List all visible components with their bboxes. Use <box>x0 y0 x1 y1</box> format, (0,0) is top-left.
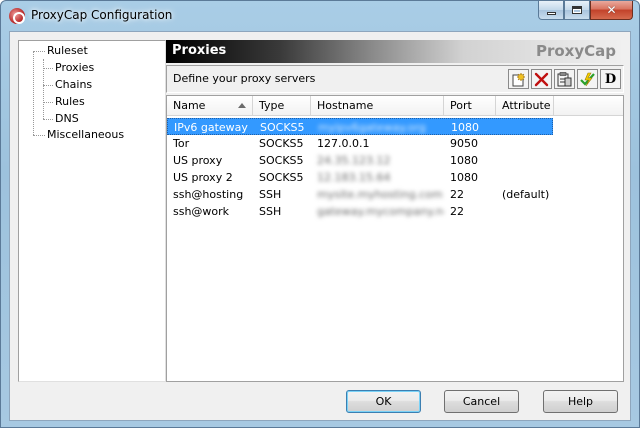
tree-connector <box>43 68 53 69</box>
delete-icon <box>534 72 549 86</box>
cell-hostname: mysite.myhosting.com <box>317 188 443 201</box>
new-proxy-button[interactable] <box>508 69 529 89</box>
cell-attribute <box>496 203 554 220</box>
cell-port: 9050 <box>450 137 478 150</box>
column-header-type[interactable]: Type <box>253 96 311 116</box>
proxy-properties-button[interactable] <box>554 69 575 89</box>
tree-item-miscellaneous[interactable]: Miscellaneous <box>47 127 124 143</box>
cell-attribute: (default) <box>502 188 550 201</box>
table-row[interactable]: IPv6 gateway SOCKS5 myipv6gateway.org 10… <box>167 118 623 135</box>
settings-tree: Ruleset Proxies Chains Rules DNS Miscell… <box>18 40 166 382</box>
cell-name: ssh@hosting <box>173 188 244 201</box>
cell-attribute <box>496 152 554 169</box>
check-icon <box>580 72 595 86</box>
panel-header: Proxies ProxyCap <box>166 40 624 63</box>
d-icon: D <box>604 71 617 87</box>
minimize-icon <box>546 11 556 15</box>
cell-name: ssh@work <box>173 205 230 218</box>
cell-type: SOCKS5 <box>259 171 304 184</box>
column-header-attribute[interactable]: Attribute <box>496 96 554 116</box>
close-icon: ✕ <box>606 3 617 17</box>
cell-type: SOCKS5 <box>260 121 305 134</box>
ok-button[interactable]: OK <box>346 390 421 413</box>
maximize-icon <box>572 6 582 14</box>
tree-connector <box>33 51 34 135</box>
tree-item-ruleset[interactable]: Ruleset <box>47 43 88 59</box>
window-title: ProxyCap Configuration <box>31 8 173 22</box>
sort-ascending-icon <box>238 103 246 108</box>
proxycap-app-icon <box>9 8 25 24</box>
cell-name: Tor <box>173 137 190 150</box>
new-proxy-icon <box>512 71 526 86</box>
set-default-button[interactable]: D <box>600 69 621 89</box>
proxy-list-header: Name Type Hostname Port Attribute <box>167 96 623 116</box>
properties-icon <box>557 71 572 86</box>
minimize-button[interactable] <box>538 1 564 20</box>
dialog-client-area: Ruleset Proxies Chains Rules DNS Miscell… <box>9 31 631 421</box>
proxies-toolbar: Define your proxy servers D <box>166 65 624 93</box>
table-row[interactable]: US proxy 2 SOCKS5 12.183.15.64 1080 <box>167 169 623 186</box>
close-button[interactable]: ✕ <box>590 1 633 20</box>
cell-attribute <box>496 135 554 152</box>
cell-port: 22 <box>450 205 464 218</box>
proxy-rows: IPv6 gateway SOCKS5 myipv6gateway.org 10… <box>167 118 623 220</box>
table-row[interactable]: ssh@hosting SSH mysite.myhosting.com 22 … <box>167 186 623 203</box>
tree-item-dns[interactable]: DNS <box>55 111 79 127</box>
cell-hostname: 24.35.123.12 <box>317 154 391 167</box>
cell-type: SSH <box>259 188 282 201</box>
cell-type: SOCKS5 <box>259 137 304 150</box>
tree-connector <box>43 119 53 120</box>
maximize-button[interactable] <box>564 1 590 20</box>
cell-type: SOCKS5 <box>259 154 304 167</box>
table-row[interactable]: US proxy SOCKS5 24.35.123.12 1080 <box>167 152 623 169</box>
cell-hostname: 127.0.0.1 <box>317 137 370 150</box>
cell-port: 1080 <box>450 154 478 167</box>
cell-name: US proxy 2 <box>173 171 233 184</box>
column-header-name[interactable]: Name <box>167 96 253 116</box>
help-button[interactable]: Help <box>543 390 618 413</box>
caption-buttons: ✕ <box>538 1 633 21</box>
cell-name: IPv6 gateway <box>174 121 248 134</box>
selection-highlight: IPv6 gateway SOCKS5 myipv6gateway.org 10… <box>167 118 553 135</box>
tree-connector <box>43 102 53 103</box>
cell-attribute <box>496 169 554 186</box>
cell-port: 1080 <box>450 171 478 184</box>
toolbar-buttons: D <box>508 69 621 89</box>
tree-connector <box>33 135 45 136</box>
panel-title: Proxies <box>172 43 227 58</box>
cell-hostname: 12.183.15.64 <box>317 171 391 184</box>
tree-item-proxies[interactable]: Proxies <box>55 60 94 76</box>
cancel-button[interactable]: Cancel <box>444 390 519 413</box>
delete-proxy-button[interactable] <box>531 69 552 89</box>
cell-hostname: myipv6gateway.org <box>318 121 426 134</box>
column-header-hostname[interactable]: Hostname <box>311 96 444 116</box>
cell-attribute <box>497 119 552 134</box>
proxy-list[interactable]: Name Type Hostname Port Attribute IPv6 g… <box>166 95 624 382</box>
tree-item-chains[interactable]: Chains <box>55 77 92 93</box>
panel-description: Define your proxy servers <box>173 72 316 85</box>
title-bar[interactable]: ProxyCap Configuration ✕ <box>1 1 639 31</box>
cell-port: 22 <box>450 188 464 201</box>
main-window: ProxyCap Configuration ✕ Ruleset Proxies… <box>0 0 640 428</box>
cell-type: SSH <box>259 205 282 218</box>
test-proxy-button[interactable] <box>577 69 598 89</box>
cell-port: 1080 <box>451 121 479 134</box>
tree-connector <box>33 51 45 52</box>
table-row[interactable]: ssh@work SSH gateway.mycompany.net 22 <box>167 203 623 220</box>
tree-connector <box>43 85 53 86</box>
column-header-port[interactable]: Port <box>444 96 496 116</box>
cell-name: US proxy <box>173 154 223 167</box>
brand-label: ProxyCap <box>535 42 616 60</box>
proxies-panel: Proxies ProxyCap Define your proxy serve… <box>166 40 624 382</box>
table-row[interactable]: Tor SOCKS5 127.0.0.1 9050 <box>167 135 623 152</box>
cell-hostname: gateway.mycompany.net <box>317 205 444 218</box>
tree-item-rules[interactable]: Rules <box>55 94 85 110</box>
